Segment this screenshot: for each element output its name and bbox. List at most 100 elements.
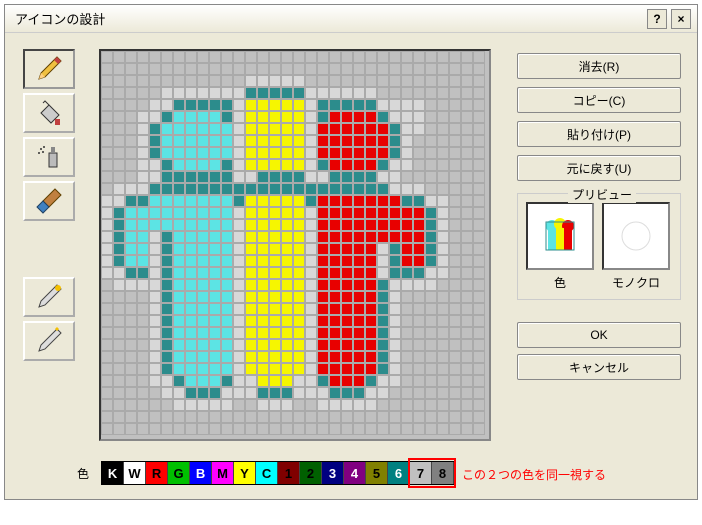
pixel-cell[interactable] bbox=[413, 219, 425, 231]
pixel-cell[interactable] bbox=[413, 267, 425, 279]
pixel-cell[interactable] bbox=[257, 399, 269, 411]
pixel-cell[interactable] bbox=[269, 303, 281, 315]
pixel-cell[interactable] bbox=[353, 147, 365, 159]
pixel-cell[interactable] bbox=[389, 195, 401, 207]
pixel-cell[interactable] bbox=[329, 375, 341, 387]
pixel-cell[interactable] bbox=[389, 291, 401, 303]
pixel-cell[interactable] bbox=[257, 339, 269, 351]
pixel-cell[interactable] bbox=[173, 87, 185, 99]
pixel-cell[interactable] bbox=[377, 399, 389, 411]
pixel-cell[interactable] bbox=[233, 387, 245, 399]
pixel-cell[interactable] bbox=[449, 387, 461, 399]
pixel-cell[interactable] bbox=[413, 171, 425, 183]
pixel-cell[interactable] bbox=[257, 231, 269, 243]
pixel-cell[interactable] bbox=[317, 219, 329, 231]
pixel-cell[interactable] bbox=[425, 171, 437, 183]
pixel-cell[interactable] bbox=[233, 339, 245, 351]
pixel-cell[interactable] bbox=[149, 219, 161, 231]
pixel-cell[interactable] bbox=[161, 159, 173, 171]
pixel-cell[interactable] bbox=[245, 195, 257, 207]
pixel-cell[interactable] bbox=[281, 339, 293, 351]
pixel-cell[interactable] bbox=[185, 423, 197, 435]
pixel-cell[interactable] bbox=[389, 243, 401, 255]
pixel-cell[interactable] bbox=[317, 135, 329, 147]
pixel-cell[interactable] bbox=[257, 243, 269, 255]
pixel-cell[interactable] bbox=[461, 63, 473, 75]
pixel-cell[interactable] bbox=[413, 195, 425, 207]
pixel-cell[interactable] bbox=[353, 411, 365, 423]
pixel-cell[interactable] bbox=[425, 159, 437, 171]
pixel-cell[interactable] bbox=[449, 207, 461, 219]
pixel-cell[interactable] bbox=[293, 423, 305, 435]
pixel-cell[interactable] bbox=[401, 111, 413, 123]
pixel-cell[interactable] bbox=[221, 423, 233, 435]
swatch-8[interactable]: 8 bbox=[432, 462, 454, 484]
pixel-cell[interactable] bbox=[197, 159, 209, 171]
pixel-cell[interactable] bbox=[473, 183, 485, 195]
pixel-cell[interactable] bbox=[401, 387, 413, 399]
pixel-cell[interactable] bbox=[257, 195, 269, 207]
pixel-cell[interactable] bbox=[413, 351, 425, 363]
pixel-cell[interactable] bbox=[173, 231, 185, 243]
pixel-cell[interactable] bbox=[209, 195, 221, 207]
pixel-cell[interactable] bbox=[245, 351, 257, 363]
pixel-cell[interactable] bbox=[173, 111, 185, 123]
pixel-cell[interactable] bbox=[197, 135, 209, 147]
pixel-cell[interactable] bbox=[353, 99, 365, 111]
pixel-cell[interactable] bbox=[221, 315, 233, 327]
pixel-cell[interactable] bbox=[137, 387, 149, 399]
pixel-cell[interactable] bbox=[473, 87, 485, 99]
pixel-cell[interactable] bbox=[233, 51, 245, 63]
pixel-cell[interactable] bbox=[365, 291, 377, 303]
pixel-cell[interactable] bbox=[245, 315, 257, 327]
pixel-cell[interactable] bbox=[293, 171, 305, 183]
pixel-cell[interactable] bbox=[329, 327, 341, 339]
pixel-cell[interactable] bbox=[317, 291, 329, 303]
pixel-cell[interactable] bbox=[425, 423, 437, 435]
pixel-cell[interactable] bbox=[209, 51, 221, 63]
pixel-cell[interactable] bbox=[329, 219, 341, 231]
pixel-cell[interactable] bbox=[137, 111, 149, 123]
pixel-cell[interactable] bbox=[341, 399, 353, 411]
pixel-cell[interactable] bbox=[221, 87, 233, 99]
pixel-cell[interactable] bbox=[401, 255, 413, 267]
pixel-cell[interactable] bbox=[173, 411, 185, 423]
pixel-cell[interactable] bbox=[473, 231, 485, 243]
pixel-cell[interactable] bbox=[425, 327, 437, 339]
pixel-cell[interactable] bbox=[185, 87, 197, 99]
pixel-cell[interactable] bbox=[293, 219, 305, 231]
pixel-cell[interactable] bbox=[161, 363, 173, 375]
pixel-cell[interactable] bbox=[161, 267, 173, 279]
pixel-cell[interactable] bbox=[173, 147, 185, 159]
pixel-cell[interactable] bbox=[125, 423, 137, 435]
pixel-cell[interactable] bbox=[209, 351, 221, 363]
pixel-cell[interactable] bbox=[473, 315, 485, 327]
pixel-cell[interactable] bbox=[329, 279, 341, 291]
pixel-cell[interactable] bbox=[461, 375, 473, 387]
pixel-cell[interactable] bbox=[257, 99, 269, 111]
pixel-cell[interactable] bbox=[173, 279, 185, 291]
pixel-cell[interactable] bbox=[449, 195, 461, 207]
swatch-6[interactable]: 6 bbox=[388, 462, 410, 484]
pixel-cell[interactable] bbox=[233, 255, 245, 267]
pixel-cell[interactable] bbox=[317, 375, 329, 387]
pixel-cell[interactable] bbox=[329, 255, 341, 267]
swatch-5[interactable]: 5 bbox=[366, 462, 388, 484]
pixel-cell[interactable] bbox=[329, 123, 341, 135]
pixel-cell[interactable] bbox=[101, 279, 113, 291]
pixel-cell[interactable] bbox=[101, 63, 113, 75]
swatch-B[interactable]: B bbox=[190, 462, 212, 484]
pixel-cell[interactable] bbox=[413, 291, 425, 303]
pixel-cell[interactable] bbox=[125, 231, 137, 243]
pixel-cell[interactable] bbox=[401, 339, 413, 351]
pixel-cell[interactable] bbox=[461, 255, 473, 267]
pixel-cell[interactable] bbox=[149, 171, 161, 183]
pixel-cell[interactable] bbox=[317, 267, 329, 279]
pixel-cell[interactable] bbox=[389, 135, 401, 147]
pixel-cell[interactable] bbox=[365, 279, 377, 291]
pixel-cell[interactable] bbox=[113, 111, 125, 123]
pixel-cell[interactable] bbox=[113, 423, 125, 435]
pixel-cell[interactable] bbox=[353, 423, 365, 435]
pixel-cell[interactable] bbox=[329, 195, 341, 207]
pixel-cell[interactable] bbox=[353, 315, 365, 327]
